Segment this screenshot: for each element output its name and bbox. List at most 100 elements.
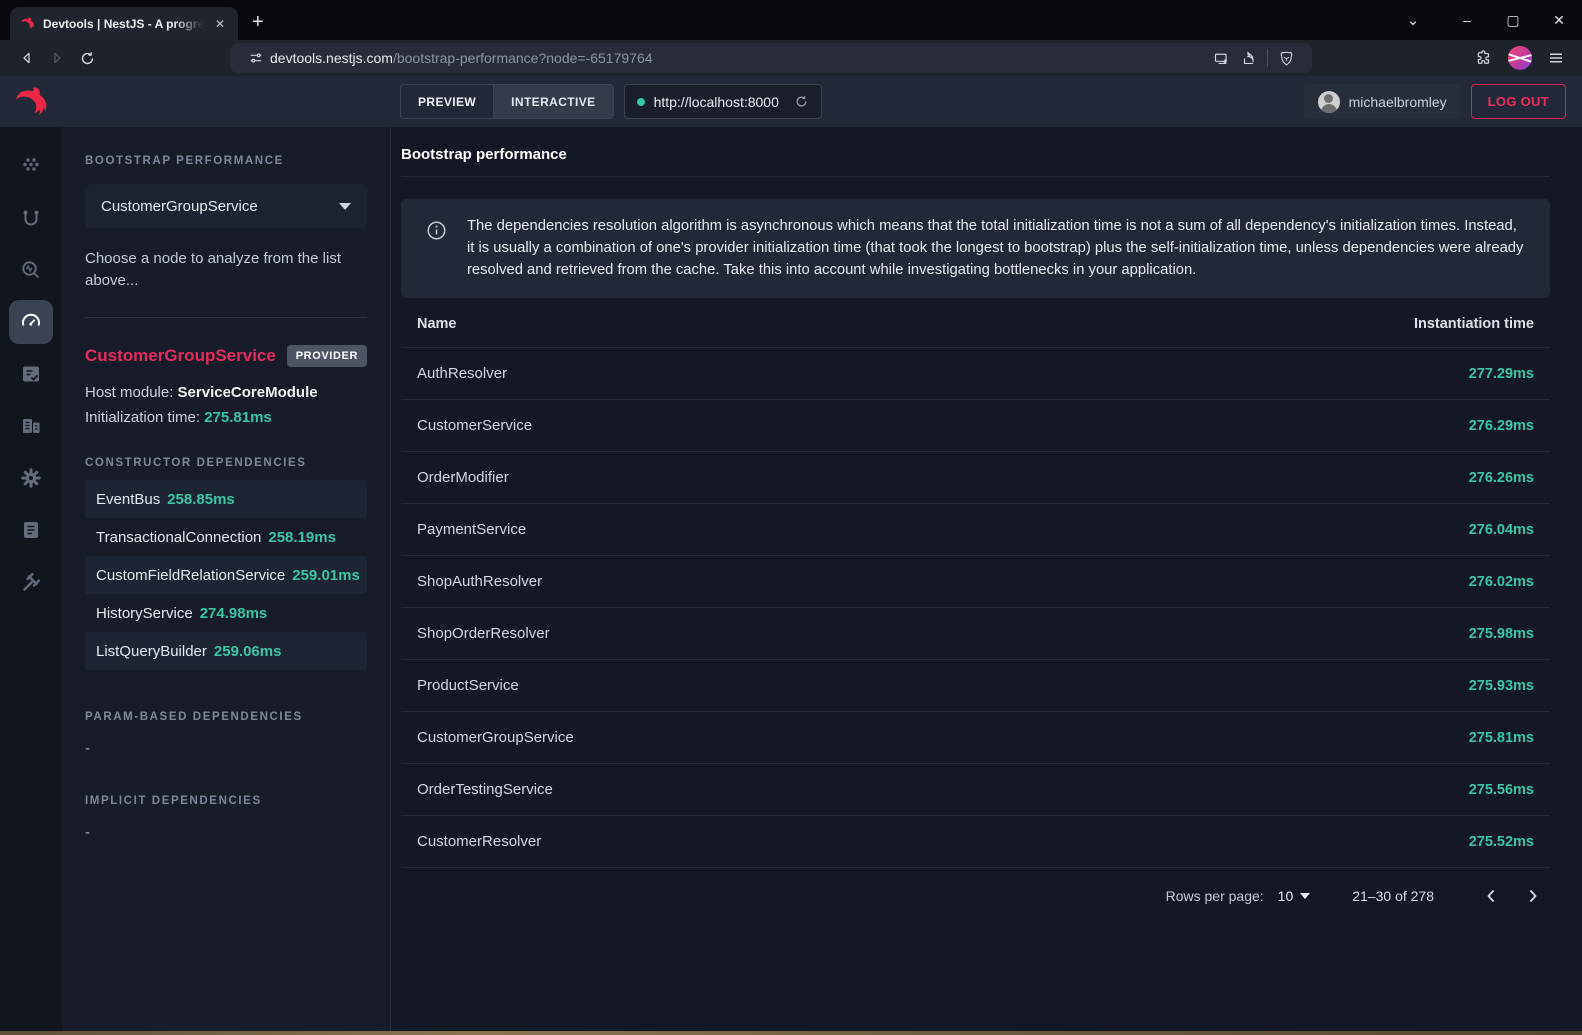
nav-inspector-icon[interactable]	[9, 248, 53, 292]
desktop-edge	[0, 1031, 1582, 1035]
row-time: 275.81ms	[1037, 712, 1550, 764]
row-time: 276.29ms	[1037, 400, 1550, 452]
user-avatar	[1318, 91, 1340, 113]
reload-button[interactable]	[72, 43, 102, 73]
main-content: Bootstrap performance The dependencies r…	[391, 127, 1582, 1035]
table-row[interactable]: CustomerService 276.29ms	[401, 400, 1550, 452]
instantiation-table: Name Instantiation time AuthResolver 277…	[401, 300, 1550, 868]
tab-title: Devtools | NestJS - A progressive	[43, 17, 203, 31]
brave-shields-icon[interactable]	[1272, 46, 1300, 70]
column-header-time: Instantiation time	[1037, 300, 1550, 348]
browser-profile-avatar[interactable]	[1508, 46, 1532, 70]
connection-status-dot	[637, 98, 645, 106]
page-range: 21–30 of 278	[1352, 888, 1434, 904]
row-name: ShopOrderResolver	[401, 608, 1037, 660]
row-time: 275.93ms	[1037, 660, 1550, 712]
row-time: 276.04ms	[1037, 504, 1550, 556]
row-name: AuthResolver	[401, 348, 1037, 400]
pagination: Rows per page: 10 21–30 of 278	[401, 868, 1550, 924]
table-row[interactable]: ProductService 275.93ms	[401, 660, 1550, 712]
table-row[interactable]: CustomerResolver 275.52ms	[401, 816, 1550, 868]
next-page-button[interactable]	[1516, 879, 1550, 913]
browser-toolbar: devtools.nestjs.com/bootstrap-performanc…	[0, 40, 1582, 76]
row-name: CustomerGroupService	[401, 712, 1037, 764]
dependency-item[interactable]: CustomFieldRelationService 259.01ms	[85, 556, 367, 594]
logout-button[interactable]: LOG OUT	[1471, 84, 1566, 119]
page-title: Bootstrap performance	[401, 127, 1550, 177]
node-select[interactable]: CustomerGroupService	[85, 184, 367, 228]
dependency-item[interactable]: ListQueryBuilder 259.06ms	[85, 632, 367, 670]
share-icon[interactable]	[1235, 46, 1263, 70]
username: michaelbromley	[1349, 94, 1447, 110]
browser-menu-icon[interactable]	[1542, 46, 1570, 70]
preview-tab[interactable]: PREVIEW	[401, 85, 493, 118]
dependency-item[interactable]: TransactionalConnection 258.19ms	[85, 518, 367, 556]
param-deps-heading: PARAM-BASED DEPENDENCIES	[85, 711, 367, 723]
row-time: 276.26ms	[1037, 452, 1550, 504]
select-hint: Choose a node to analyze from the list a…	[85, 248, 367, 292]
nav-routes-icon[interactable]	[9, 196, 53, 240]
table-row[interactable]: ShopOrderResolver 275.98ms	[401, 608, 1550, 660]
nav-graph-icon[interactable]	[9, 144, 53, 188]
nav-settings-icon[interactable]	[9, 456, 53, 500]
host-module-value: ServiceCoreModule	[178, 384, 318, 401]
constructor-deps-heading: CONSTRUCTOR DEPENDENCIES	[85, 457, 367, 469]
browser-tab[interactable]: Devtools | NestJS - A progressive ✕	[10, 7, 238, 40]
info-callout: The dependencies resolution algorithm is…	[401, 199, 1550, 298]
browser-tabstrip: Devtools | NestJS - A progressive ✕ + ⌄ …	[0, 0, 1582, 40]
row-name: PaymentService	[401, 504, 1037, 556]
nestjs-favicon-icon	[20, 16, 35, 31]
panel-heading: BOOTSTRAP PERFORMANCE	[85, 155, 367, 167]
target-url-chip[interactable]: http://localhost:8000	[624, 84, 822, 119]
interactive-tab[interactable]: INTERACTIVE	[493, 85, 612, 118]
table-row[interactable]: ShopAuthResolver 276.02ms	[401, 556, 1550, 608]
table-row[interactable]: CustomerGroupService 275.81ms	[401, 712, 1550, 764]
tab-close-icon[interactable]: ✕	[211, 15, 229, 33]
info-text: The dependencies resolution algorithm is…	[467, 216, 1526, 281]
forward-button[interactable]	[42, 43, 72, 73]
site-settings-icon[interactable]	[242, 46, 270, 70]
extensions-icon[interactable]	[1470, 46, 1498, 70]
init-time-value: 275.81ms	[204, 409, 272, 426]
nestjs-logo[interactable]	[0, 76, 62, 127]
target-url: http://localhost:8000	[654, 94, 779, 110]
analysis-panel: BOOTSTRAP PERFORMANCE CustomerGroupServi…	[62, 127, 391, 1035]
row-name: ShopAuthResolver	[401, 556, 1037, 608]
row-name: ProductService	[401, 660, 1037, 712]
nav-bootstrap-performance-icon[interactable]	[9, 300, 53, 344]
send-to-device-icon[interactable]	[1207, 46, 1235, 70]
table-row[interactable]: PaymentService 276.04ms	[401, 504, 1550, 556]
screen: { "browser": { "tab_title": "Devtools | …	[0, 0, 1582, 1035]
new-tab-button[interactable]: +	[252, 11, 264, 34]
row-time: 276.02ms	[1037, 556, 1550, 608]
prev-page-button[interactable]	[1474, 879, 1508, 913]
rows-per-page-select[interactable]: 10	[1278, 888, 1311, 904]
nav-modules-icon[interactable]	[9, 404, 53, 448]
nav-gavel-icon[interactable]	[9, 560, 53, 604]
divider	[85, 317, 367, 318]
info-icon	[425, 219, 448, 281]
row-name: OrderModifier	[401, 452, 1037, 504]
maximize-button[interactable]: ▢	[1490, 12, 1536, 29]
init-time-line: Initialization time: 275.81ms	[85, 409, 367, 426]
dependency-item[interactable]: HistoryService 274.98ms	[85, 594, 367, 632]
url-bar[interactable]: devtools.nestjs.com/bootstrap-performanc…	[230, 43, 1312, 73]
row-time: 275.56ms	[1037, 764, 1550, 816]
implicit-deps-empty: -	[85, 824, 367, 841]
nav-docs-icon[interactable]	[9, 508, 53, 552]
table-row[interactable]: OrderModifier 276.26ms	[401, 452, 1550, 504]
row-name: OrderTestingService	[401, 764, 1037, 816]
target-refresh-icon[interactable]	[794, 94, 809, 109]
column-header-name: Name	[401, 300, 1037, 348]
table-row[interactable]: OrderTestingService 275.56ms	[401, 764, 1550, 816]
minimize-button[interactable]: –	[1444, 12, 1490, 28]
table-row[interactable]: AuthResolver 277.29ms	[401, 348, 1550, 400]
user-chip[interactable]: michaelbromley	[1304, 84, 1461, 119]
nav-audit-icon[interactable]	[9, 352, 53, 396]
close-window-button[interactable]: ✕	[1536, 12, 1582, 29]
url-host: devtools.nestjs.com	[270, 50, 393, 66]
dependency-item[interactable]: EventBus 258.85ms	[85, 480, 367, 518]
tab-search-icon[interactable]: ⌄	[1390, 11, 1436, 29]
back-button[interactable]	[12, 43, 42, 73]
provider-badge: PROVIDER	[287, 345, 367, 367]
